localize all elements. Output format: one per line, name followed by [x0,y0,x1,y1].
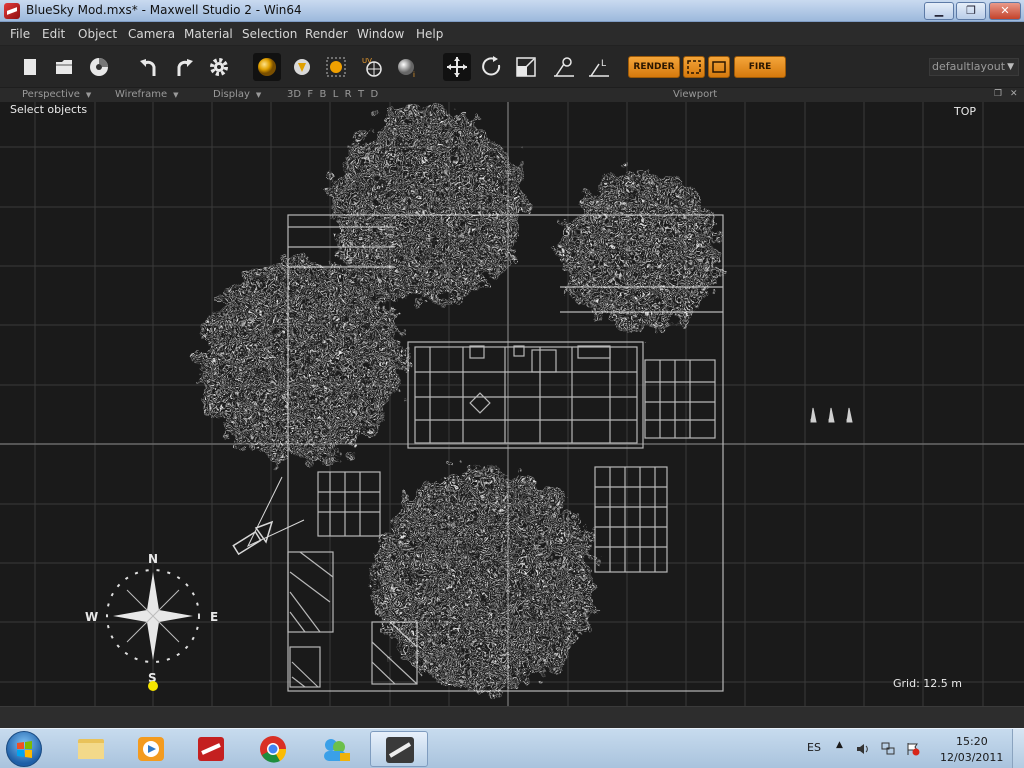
menu-window[interactable]: Window [357,27,404,41]
maxwell-render-icon[interactable] [370,731,428,767]
close-button[interactable]: ✕ [989,2,1021,20]
scale-icon[interactable] [512,53,540,81]
material-cone-icon[interactable] [288,53,316,81]
render-region-icon[interactable] [683,56,705,78]
menu-render[interactable]: Render [305,27,348,41]
light-objects[interactable] [810,407,853,423]
show-desktop-button[interactable] [1012,729,1024,768]
top-viewport[interactable]: N S E W Select objects TOP Grid: 12.5 m [0,102,1024,706]
compass-handle-icon[interactable] [148,681,158,691]
maxwell-studio-window: BlueSky Mod.mxs* - Maxwell Studio 2 - Wi… [0,0,1024,768]
window-title: BlueSky Mod.mxs* - Maxwell Studio 2 - Wi… [26,3,302,17]
open-folder-icon[interactable] [50,53,78,81]
tree-south [372,468,596,692]
layout-select[interactable]: defaultlayout ▼ [929,58,1019,76]
maxwell-app-icon[interactable] [4,3,20,19]
render-button[interactable]: RENDER [628,56,680,78]
title-bar: BlueSky Mod.mxs* - Maxwell Studio 2 - Wi… [0,0,1024,22]
menu-edit[interactable]: Edit [42,27,65,41]
messenger-icon[interactable] [306,731,364,767]
pivot-origin-icon[interactable] [550,53,578,81]
maximize-button[interactable]: ❐ [956,2,986,20]
viewport-panel-title: Viewport [673,89,718,100]
chrome-icon[interactable] [244,731,302,767]
start-button[interactable] [6,731,42,767]
network-icon[interactable] [881,741,895,755]
viewport-header: Perspective ▼ Wireframe ▼ Display ▼ 3D F B … [0,88,1024,102]
view-presets[interactable]: 3D F B L R T D [287,88,378,102]
settings-gear-icon[interactable] [205,53,233,81]
menu-help[interactable]: Help [416,27,443,41]
svg-text:UV: UV [362,57,372,65]
menu-bar: File Edit Object Camera Material Selecti… [0,22,1024,46]
tree-west [199,258,403,462]
fire-button[interactable]: FIRE [734,56,786,78]
layout-select-value: defaultlayout [932,60,1006,73]
new-scene-icon[interactable] [15,53,43,81]
clock-date[interactable]: 12/03/2011 [940,751,1003,764]
uv-globe-icon[interactable]: UV [358,53,386,81]
compass-north-label: N [148,552,158,566]
sphere-shaded-icon[interactable] [253,53,281,81]
viewport-status: Select objects [10,103,88,116]
action-center-flag-icon[interactable] [906,741,920,756]
compass-east-label: E [210,610,218,624]
rotate-icon[interactable] [478,53,506,81]
environment-sphere-icon[interactable]: i [393,53,421,81]
media-player-icon[interactable] [122,731,180,767]
volume-icon[interactable] [856,741,870,755]
tree-north [330,108,526,304]
render-frame-icon[interactable] [708,56,730,78]
camera-object[interactable] [232,476,305,556]
status-strip [0,706,1024,728]
menu-object[interactable]: Object [78,27,117,41]
display-dropdown[interactable]: Display ▼ [213,88,261,102]
local-axis-icon[interactable]: L [585,53,613,81]
chevron-down-icon: ▼ [1007,62,1014,72]
tray-chevron-icon[interactable]: ▲ [836,740,843,750]
minimize-button[interactable]: ▁ [924,2,954,20]
menu-selection[interactable]: Selection [242,27,297,41]
svg-text:i: i [413,71,415,79]
language-indicator[interactable]: ES [807,741,821,754]
maxwell-studio-icon[interactable] [182,731,240,767]
redo-icon[interactable] [170,53,198,81]
save-disc-icon[interactable] [85,53,113,81]
menu-material[interactable]: Material [184,27,233,41]
windows-taskbar: ES ▲ 15:20 12/03/2011 [0,728,1024,768]
svg-text:L: L [601,59,606,69]
tree-northeast [561,172,721,332]
move-arrows-icon[interactable] [443,53,471,81]
perspective-dropdown[interactable]: Perspective ▼ [22,88,91,102]
undo-icon[interactable] [135,53,163,81]
light-emitter-icon[interactable] [322,53,350,81]
float-panel-icon[interactable]: ❐ [994,89,1002,99]
clock-time[interactable]: 15:20 [956,735,988,748]
wireframe-dropdown[interactable]: Wireframe ▼ [115,88,179,102]
viewport-scene[interactable]: N S E W [0,102,1024,706]
explorer-folder-icon[interactable] [62,731,120,767]
grid-size-label: Grid: 12.5 m [893,677,962,690]
compass-west-label: W [85,610,98,624]
main-toolbar: UV i L RENDER FIRE defaultlayout ▼ [0,46,1024,88]
view-name-label: TOP [954,105,977,118]
menu-camera[interactable]: Camera [128,27,175,41]
close-panel-icon[interactable]: ✕ [1010,89,1018,99]
menu-file[interactable]: File [10,27,30,41]
